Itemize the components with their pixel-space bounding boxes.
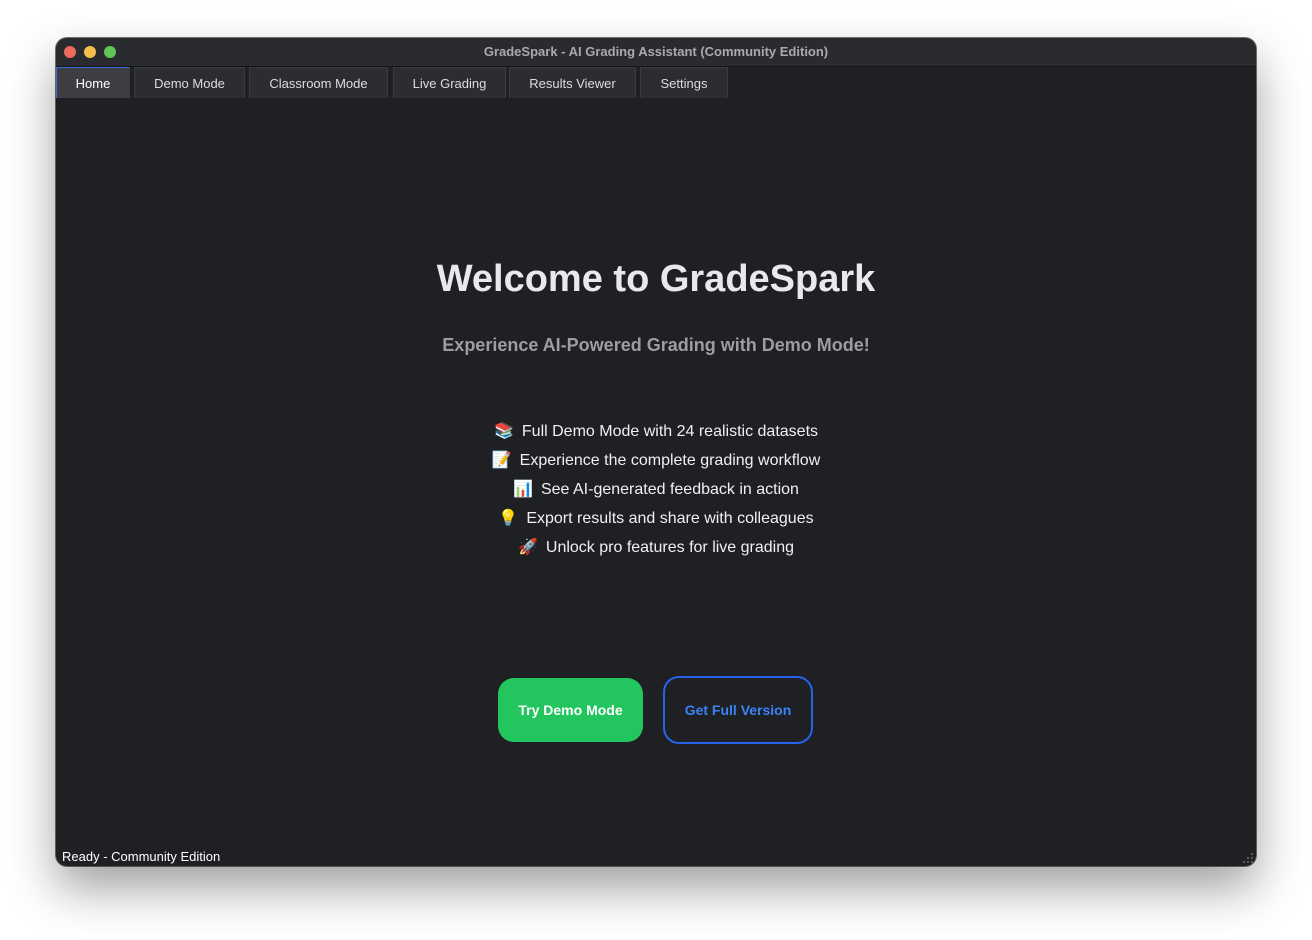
home-panel: Welcome to GradeSpark Experience AI-Powe…	[56, 99, 1256, 866]
feature-item: 📊 See AI-generated feedback in action	[56, 479, 1256, 508]
feature-text: Unlock pro features for live grading	[545, 539, 795, 556]
tab-bar: Home Demo Mode Classroom Mode Live Gradi…	[56, 67, 1256, 99]
feature-text: Experience the complete grading workflow	[519, 452, 821, 469]
bar-chart-icon: 📊	[513, 481, 533, 498]
feature-item: 📚 Full Demo Mode with 24 realistic datase…	[56, 421, 1256, 450]
tab-demo-mode[interactable]: Demo Mode	[134, 67, 245, 98]
feature-item: 📝 Experience the complete grading workflo…	[56, 450, 1256, 479]
tab-home[interactable]: Home	[56, 67, 130, 98]
feature-text: Full Demo Mode with 24 realistic dataset…	[521, 423, 819, 440]
tab-classroom-mode[interactable]: Classroom Mode	[249, 67, 388, 98]
status-bar-text: Ready - Community Edition	[62, 849, 221, 864]
try-demo-mode-button[interactable]: Try Demo Mode	[498, 678, 643, 742]
tab-live-grading[interactable]: Live Grading	[393, 67, 506, 98]
books-icon: 📚	[493, 423, 514, 440]
tab-settings[interactable]: Settings	[640, 67, 728, 98]
feature-list: 📚 Full Demo Mode with 24 realistic datase…	[56, 421, 1256, 566]
title-bar[interactable]: GradeSpark - AI Grading Assistant (Commu…	[56, 38, 1256, 67]
resize-grip-icon[interactable]	[1242, 852, 1254, 864]
tab-results-viewer[interactable]: Results Viewer	[509, 67, 636, 98]
welcome-subtitle: Experience AI-Powered Grading with Demo …	[442, 335, 870, 355]
light-bulb-icon: 💡	[498, 510, 519, 527]
feature-text: See AI-generated feedback in action	[540, 481, 799, 498]
welcome-heading: Welcome to GradeSpark	[436, 258, 876, 300]
feature-item: 🚀 Unlock pro features for live grading	[56, 537, 1256, 566]
rocket-icon: 🚀	[517, 539, 538, 556]
get-full-version-button[interactable]: Get Full Version	[663, 676, 813, 744]
feature-item: 💡 Export results and share with colleague…	[56, 508, 1256, 537]
app-window: GradeSpark - AI Grading Assistant (Commu…	[56, 38, 1256, 866]
memo-icon: 📝	[491, 452, 512, 469]
feature-text: Export results and share with colleagues	[526, 510, 814, 527]
window-title: GradeSpark - AI Grading Assistant (Commu…	[483, 44, 829, 59]
